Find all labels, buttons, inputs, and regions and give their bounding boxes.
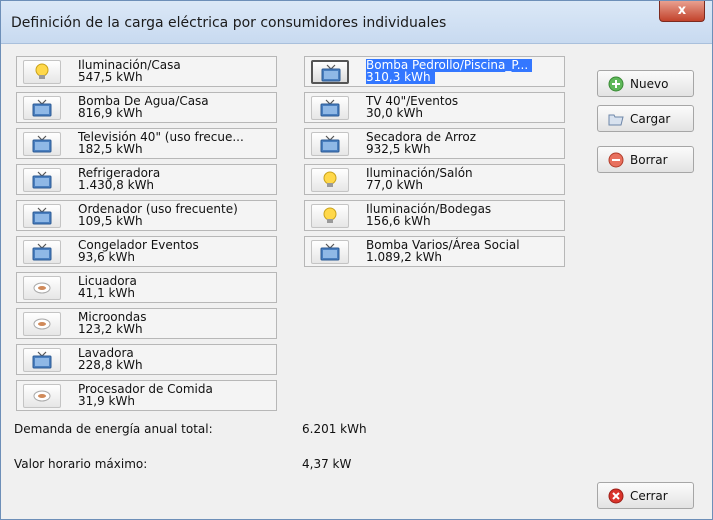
consumer-icon-frame: [311, 60, 349, 84]
title-bar: Definición de la carga eléctrica por con…: [1, 1, 712, 44]
tv-icon: [321, 64, 341, 82]
bulb-icon: [35, 63, 49, 79]
consumer-icon-frame: [23, 348, 61, 372]
tv-icon: [320, 99, 340, 117]
bulb-icon: [323, 207, 337, 223]
tv-icon: [320, 243, 340, 261]
consumer-energy: 1.430,8 kWh: [78, 178, 155, 192]
consumer-item[interactable]: Procesador de Comida 31,9 kWh: [16, 380, 277, 411]
cup-icon: [33, 318, 51, 330]
consumer-icon-frame: [23, 240, 61, 264]
consumer-item[interactable]: Secadora de Arroz 932,5 kWh: [304, 128, 565, 159]
consumer-icon-frame: [311, 168, 349, 192]
tv-icon: [32, 99, 52, 117]
consumer-energy: 30,0 kWh: [366, 106, 423, 120]
load-button[interactable]: Cargar: [597, 105, 694, 132]
window-title: Definición de la carga eléctrica por con…: [11, 15, 447, 31]
consumer-energy: 310,3 kWh: [366, 71, 435, 84]
consumer-item[interactable]: Ordenador (uso frecuente) 109,5 kWh: [16, 200, 277, 231]
consumer-item[interactable]: Congelador Eventos 93,6 kWh: [16, 236, 277, 267]
consumer-energy: 932,5 kWh: [366, 142, 431, 156]
bulb-icon: [323, 171, 337, 187]
new-button[interactable]: Nuevo: [597, 70, 694, 97]
consumer-icon-frame: [23, 204, 61, 228]
consumer-energy: 156,6 kWh: [366, 214, 431, 228]
consumer-item[interactable]: Bomba De Agua/Casa 816,9 kWh: [16, 92, 277, 123]
delete-button[interactable]: Borrar: [597, 146, 694, 173]
tv-icon: [32, 207, 52, 225]
peak-hourly-value: 4,37 kW: [302, 457, 352, 471]
consumer-item[interactable]: Licuadora 41,1 kWh: [16, 272, 277, 303]
consumer-item[interactable]: Iluminación/Salón 77,0 kWh: [304, 164, 565, 195]
tv-icon: [320, 135, 340, 153]
consumer-energy: 182,5 kWh: [78, 142, 143, 156]
consumer-energy: 41,1 kWh: [78, 286, 135, 300]
cup-icon: [33, 282, 51, 294]
close-circle-icon: [608, 488, 624, 504]
peak-hourly-label: Valor horario máximo:: [14, 457, 148, 471]
consumer-icon-frame: [23, 276, 61, 300]
consumer-item[interactable]: Televisión 40" (uso frecue... 182,5 kWh: [16, 128, 277, 159]
dialog-window: Definición de la carga eléctrica por con…: [0, 0, 713, 520]
consumer-energy: 93,6 kWh: [78, 250, 135, 264]
tv-icon: [32, 351, 52, 369]
annual-demand-value: 6.201 kWh: [302, 422, 367, 436]
tv-icon: [32, 171, 52, 189]
consumer-energy: 228,8 kWh: [78, 358, 143, 372]
annual-demand-label: Demanda de energía anual total:: [14, 422, 213, 436]
consumer-icon-frame: [23, 312, 61, 336]
consumer-item[interactable]: Refrigeradora 1.430,8 kWh: [16, 164, 277, 195]
consumer-icon-frame: [23, 132, 61, 156]
close-button[interactable]: Cerrar: [597, 482, 694, 509]
consumer-energy: 31,9 kWh: [78, 394, 135, 408]
consumer-icon-frame: [23, 168, 61, 192]
consumer-icon-frame: [23, 60, 61, 84]
consumer-item[interactable]: Bomba Pedrollo/Piscina_P... 310,3 kWh: [304, 56, 565, 87]
consumer-item[interactable]: Bomba Varios/Área Social 1.089,2 kWh: [304, 236, 565, 267]
consumer-list-panel: Iluminación/Casa 547,5 kWh Bomba De Agua/C…: [8, 51, 583, 509]
minus-circle-icon: [608, 152, 624, 168]
consumer-energy: 1.089,2 kWh: [366, 250, 443, 264]
new-button-label: Nuevo: [630, 77, 669, 91]
consumer-energy: 77,0 kWh: [366, 178, 423, 192]
close-button-label: Cerrar: [630, 489, 668, 503]
consumer-energy: 816,9 kWh: [78, 106, 143, 120]
close-window-button[interactable]: x: [659, 1, 705, 22]
consumer-item[interactable]: Iluminación/Bodegas 156,6 kWh: [304, 200, 565, 231]
consumer-item[interactable]: Microondas 123,2 kWh: [16, 308, 277, 339]
plus-circle-icon: [608, 76, 624, 92]
cup-icon: [33, 390, 51, 402]
consumer-icon-frame: [311, 240, 349, 264]
tv-icon: [32, 135, 52, 153]
folder-icon: [608, 114, 624, 126]
consumer-item[interactable]: Lavadora 228,8 kWh: [16, 344, 277, 375]
load-button-label: Cargar: [630, 112, 671, 126]
consumer-icon-frame: [23, 384, 61, 408]
tv-icon: [32, 243, 52, 261]
consumer-energy: 547,5 kWh: [78, 70, 143, 84]
consumer-icon-frame: [311, 204, 349, 228]
consumer-item[interactable]: Iluminación/Casa 547,5 kWh: [16, 56, 277, 87]
consumer-energy: 109,5 kWh: [78, 214, 143, 228]
consumer-icon-frame: [311, 96, 349, 120]
consumer-icon-frame: [23, 96, 61, 120]
consumer-icon-frame: [311, 132, 349, 156]
consumer-item[interactable]: TV 40"/Eventos 30,0 kWh: [304, 92, 565, 123]
delete-button-label: Borrar: [630, 153, 668, 167]
consumer-energy: 123,2 kWh: [78, 322, 143, 336]
